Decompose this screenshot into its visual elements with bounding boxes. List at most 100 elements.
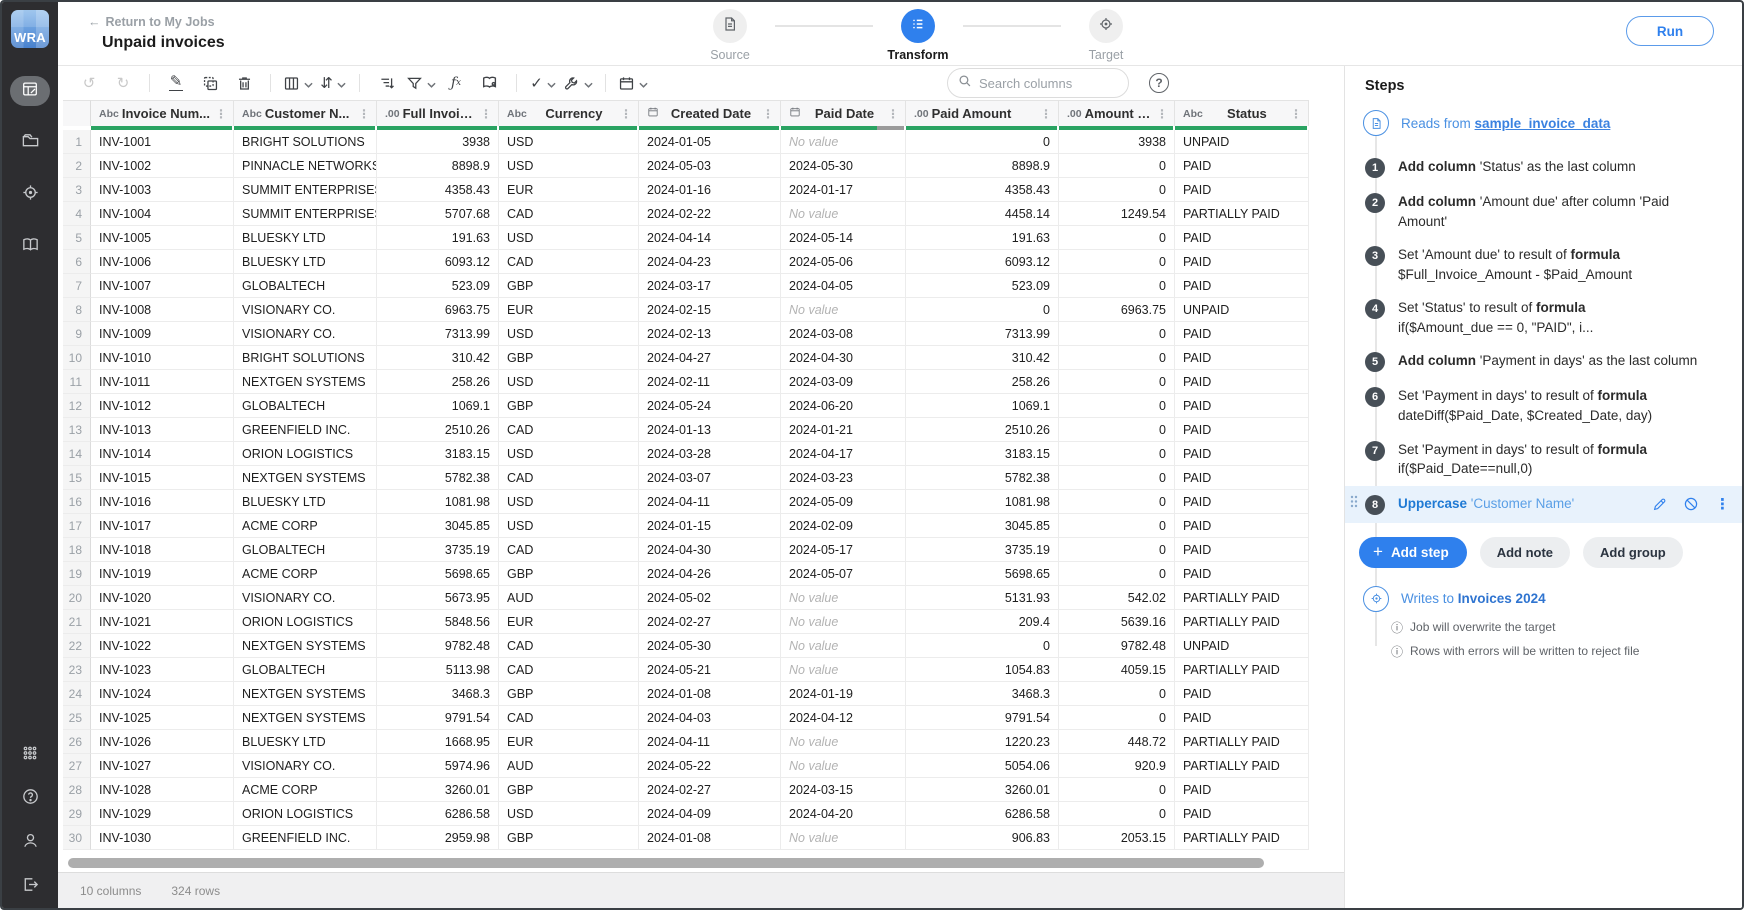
row-number[interactable]: 28 [63, 778, 91, 802]
table-cell[interactable]: PAID [1175, 370, 1309, 394]
table-cell[interactable]: SUMMIT ENTERPRISES [234, 202, 377, 226]
column-menu-icon[interactable]: ⋮ [1154, 107, 1170, 121]
table-cell[interactable]: BLUESKY LTD [234, 250, 377, 274]
column-header-amount-due[interactable]: .00Amount due⋮ [1059, 100, 1175, 126]
table-cell[interactable]: 0 [1059, 562, 1175, 586]
row-number[interactable]: 18 [63, 538, 91, 562]
row-number[interactable]: 20 [63, 586, 91, 610]
table-cell[interactable]: ORION LOGISTICS [234, 610, 377, 634]
table-cell[interactable]: 5673.95 [377, 586, 499, 610]
table-cell[interactable]: 2024-04-09 [639, 802, 781, 826]
table-cell[interactable]: 2024-04-26 [639, 562, 781, 586]
table-cell[interactable]: 0 [1059, 250, 1175, 274]
table-cell[interactable]: 0 [906, 298, 1059, 322]
table-cell[interactable]: PAID [1175, 274, 1309, 298]
row-number[interactable]: 29 [63, 802, 91, 826]
table-cell[interactable]: 2024-04-11 [639, 730, 781, 754]
table-cell[interactable]: 3183.15 [377, 442, 499, 466]
table-cell[interactable]: 2024-05-03 [639, 154, 781, 178]
table-cell[interactable]: EUR [499, 730, 639, 754]
table-cell[interactable]: INV-1005 [91, 226, 234, 250]
table-cell[interactable]: 3260.01 [906, 778, 1059, 802]
table-cell[interactable]: 4458.14 [906, 202, 1059, 226]
table-cell[interactable]: 2024-05-06 [781, 250, 906, 274]
table-cell[interactable]: 2024-05-21 [639, 658, 781, 682]
table-cell[interactable]: 2024-03-17 [639, 274, 781, 298]
table-cell[interactable]: USD [499, 370, 639, 394]
table-cell[interactable]: 0 [1059, 226, 1175, 250]
table-cell[interactable]: No value [781, 298, 906, 322]
table-cell[interactable]: 0 [1059, 394, 1175, 418]
table-cell[interactable]: USD [499, 442, 639, 466]
table-cell[interactable]: PAID [1175, 178, 1309, 202]
columns-menu-icon[interactable] [283, 70, 313, 96]
row-number[interactable]: 4 [63, 202, 91, 226]
table-cell[interactable]: PAID [1175, 418, 1309, 442]
table-cell[interactable]: INV-1007 [91, 274, 234, 298]
table-cell[interactable]: 5113.98 [377, 658, 499, 682]
step-menu-icon[interactable]: ⋮ [1715, 495, 1730, 513]
table-cell[interactable]: PAID [1175, 538, 1309, 562]
table-cell[interactable]: PAID [1175, 154, 1309, 178]
table-cell[interactable]: 2024-04-12 [781, 706, 906, 730]
table-cell[interactable]: 0 [1059, 514, 1175, 538]
table-cell[interactable]: 5707.68 [377, 202, 499, 226]
table-cell[interactable]: INV-1001 [91, 130, 234, 154]
table-cell[interactable]: 2510.26 [377, 418, 499, 442]
table-cell[interactable]: 2024-04-23 [639, 250, 781, 274]
table-cell[interactable]: 2024-03-09 [781, 370, 906, 394]
table-cell[interactable]: 2024-06-20 [781, 394, 906, 418]
column-menu-icon[interactable]: ⋮ [1288, 107, 1304, 121]
table-cell[interactable]: 0 [1059, 370, 1175, 394]
table-cell[interactable]: No value [781, 754, 906, 778]
table-cell[interactable]: INV-1002 [91, 154, 234, 178]
table-cell[interactable]: 2024-04-30 [639, 538, 781, 562]
table-cell[interactable]: 2024-04-30 [781, 346, 906, 370]
add-note-button[interactable]: Add note [1480, 537, 1570, 568]
table-cell[interactable]: 2024-03-15 [781, 778, 906, 802]
table-cell[interactable]: PAID [1175, 394, 1309, 418]
table-cell[interactable]: 1668.95 [377, 730, 499, 754]
table-cell[interactable]: 6963.75 [1059, 298, 1175, 322]
sidebar-item-logout[interactable] [10, 872, 50, 902]
table-cell[interactable]: GBP [499, 346, 639, 370]
table-cell[interactable]: 523.09 [377, 274, 499, 298]
edit-cell-icon[interactable]: ✎ [162, 70, 190, 96]
column-header-invoice-num-[interactable]: AbcInvoice Num...⋮ [91, 100, 234, 126]
source-dataset-link[interactable]: sample_invoice_data [1475, 116, 1611, 131]
writes-to-row[interactable]: Writes to Invoices 2024 [1345, 586, 1742, 612]
table-cell[interactable]: 0 [1059, 778, 1175, 802]
table-cell[interactable]: 2959.98 [377, 826, 499, 850]
table-cell[interactable]: INV-1019 [91, 562, 234, 586]
table-cell[interactable]: EUR [499, 610, 639, 634]
table-cell[interactable]: INV-1028 [91, 778, 234, 802]
table-cell[interactable]: No value [781, 202, 906, 226]
table-cell[interactable]: 2024-05-24 [639, 394, 781, 418]
row-number[interactable]: 9 [63, 322, 91, 346]
table-cell[interactable]: 2024-04-20 [781, 802, 906, 826]
table-cell[interactable]: CAD [499, 538, 639, 562]
table-cell[interactable]: No value [781, 826, 906, 850]
sidebar-item-projects[interactable] [10, 128, 50, 158]
duplicate-icon[interactable] [196, 70, 224, 96]
reads-from-row[interactable]: Reads from sample_invoice_data [1345, 110, 1742, 136]
add-group-button[interactable]: Add group [1583, 537, 1683, 568]
table-cell[interactable]: 4358.43 [377, 178, 499, 202]
row-number[interactable]: 1 [63, 130, 91, 154]
table-cell[interactable]: PAID [1175, 562, 1309, 586]
table-cell[interactable]: PARTIALLY PAID [1175, 202, 1309, 226]
table-cell[interactable]: PAID [1175, 346, 1309, 370]
table-cell[interactable]: 0 [1059, 346, 1175, 370]
table-cell[interactable]: INV-1003 [91, 178, 234, 202]
table-cell[interactable]: NEXTGEN SYSTEMS [234, 706, 377, 730]
table-cell[interactable]: 3735.19 [906, 538, 1059, 562]
table-cell[interactable]: GLOBALTECH [234, 538, 377, 562]
row-number-header[interactable] [63, 100, 91, 126]
table-cell[interactable]: CAD [499, 658, 639, 682]
table-cell[interactable]: 3735.19 [377, 538, 499, 562]
table-cell[interactable]: 0 [1059, 442, 1175, 466]
row-number[interactable]: 10 [63, 346, 91, 370]
table-cell[interactable]: BRIGHT SOLUTIONS [234, 346, 377, 370]
table-cell[interactable]: 6093.12 [377, 250, 499, 274]
table-cell[interactable]: 7313.99 [906, 322, 1059, 346]
